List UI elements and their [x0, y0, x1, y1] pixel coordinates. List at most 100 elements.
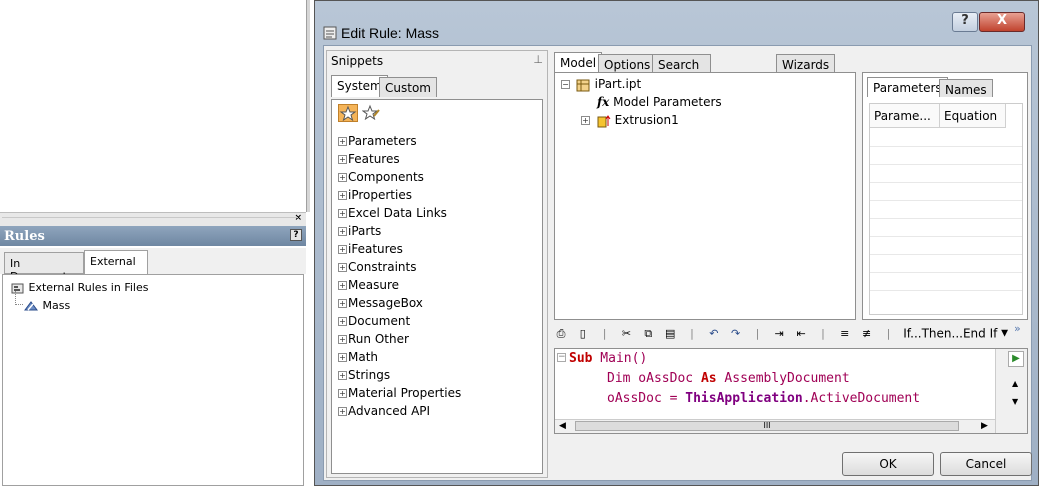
panel-divider[interactable] [306, 0, 310, 212]
snippet-category[interactable]: + iParts [338, 224, 381, 238]
expand-icon[interactable]: + [338, 173, 347, 182]
close-button[interactable]: X [979, 12, 1025, 32]
expand-icon[interactable]: + [338, 299, 347, 308]
expand-icon[interactable]: + [338, 227, 347, 236]
column-header-parameter[interactable]: Parame... [870, 104, 940, 128]
snippet-category[interactable]: + Math [338, 350, 378, 364]
copy-icon[interactable]: ⧉ [641, 327, 655, 341]
tab-in-document[interactable]: In Document [4, 252, 84, 283]
grid-row-line [870, 164, 1022, 165]
snippet-category[interactable]: + Features [338, 152, 400, 166]
tree-item-external-rules[interactable]: External Rules in Files [11, 281, 148, 294]
help-button[interactable]: ? [952, 12, 978, 32]
keyword: Dim [607, 371, 631, 386]
tab-model[interactable]: Model [554, 52, 603, 72]
expand-icon[interactable]: + [338, 191, 347, 200]
chevron-down-icon[interactable]: ▼ [1001, 329, 1008, 339]
tab-wizards[interactable]: Wizards [776, 54, 836, 72]
snippet-category[interactable]: + Advanced API [338, 404, 430, 418]
cancel-button[interactable]: Cancel [940, 452, 1032, 476]
panel-splitter[interactable]: × [0, 212, 306, 226]
tab-external[interactable]: External [84, 250, 148, 274]
expand-icon[interactable]: + [338, 137, 347, 146]
snippet-category[interactable]: + Components [338, 170, 424, 184]
type-name: AssemblyDocument [716, 371, 850, 386]
horizontal-scrollbar[interactable]: ◀ III ▶ [555, 419, 995, 433]
separator: | [755, 326, 760, 340]
undo-icon[interactable]: ↶ [707, 327, 721, 341]
redo-icon[interactable]: ↷ [729, 327, 743, 341]
parameters-grid: Parame... Equation [869, 103, 1023, 315]
tab-names[interactable]: Names [939, 79, 993, 97]
scroll-left-icon[interactable]: ◀ [559, 421, 566, 431]
collapse-icon[interactable]: − [557, 353, 566, 362]
dialog-title: Edit Rule: Mass [341, 25, 440, 41]
edit-snippet-button[interactable] [361, 104, 382, 122]
snippet-category[interactable]: + iFeatures [338, 242, 403, 256]
snippet-category[interactable]: + Parameters [338, 134, 417, 148]
expand-icon[interactable]: + [338, 209, 347, 218]
grid-row-line [870, 200, 1022, 201]
tree-item-label: External Rules in Files [28, 281, 149, 294]
overflow-icon[interactable]: » [1014, 322, 1021, 335]
scroll-thumb[interactable]: III [575, 421, 959, 431]
snippet-category[interactable]: + Run Other [338, 332, 409, 346]
indent-icon[interactable]: ⇥ [772, 327, 786, 341]
expand-icon[interactable]: + [338, 317, 347, 326]
tab-parameters[interactable]: Parameters [867, 77, 948, 97]
collapse-icon[interactable]: − [561, 80, 570, 89]
grid-row-line [870, 218, 1022, 219]
expand-icon[interactable]: + [581, 116, 590, 125]
snippet-category[interactable]: + Measure [338, 278, 399, 292]
help-icon[interactable]: ? [290, 229, 302, 241]
snippet-category[interactable]: + Document [338, 314, 410, 328]
expand-icon[interactable]: + [338, 281, 347, 290]
snippet-category[interactable]: + MessageBox [338, 296, 423, 310]
tab-options[interactable]: Options [598, 54, 657, 72]
uncomment-icon[interactable]: ≢ [860, 327, 874, 341]
paste-icon[interactable]: ▤ [663, 327, 677, 341]
expand-icon[interactable]: + [338, 335, 347, 344]
print-icon[interactable]: ⎙ [554, 327, 568, 341]
expand-icon[interactable]: + [338, 245, 347, 254]
code-text: Main() [592, 351, 648, 366]
snippets-title: Snippets [331, 54, 384, 68]
snippet-category[interactable]: + Constraints [338, 260, 416, 274]
tree-item-label: Mass [42, 299, 71, 312]
expand-icon[interactable]: + [338, 389, 347, 398]
tree-item-model-parameters[interactable]: fx Model Parameters [597, 95, 722, 109]
pin-icon[interactable]: ⊥ [533, 53, 543, 66]
close-icon[interactable]: × [294, 213, 302, 223]
comment-icon[interactable]: ≡ [838, 327, 852, 341]
tab-search-and-replace[interactable]: Search and Replace [652, 54, 712, 100]
tree-item-extrusion1[interactable]: + Extrusion1 [581, 113, 679, 128]
snippet-label: Measure [348, 278, 399, 292]
column-header-equation[interactable]: Equation [940, 104, 1006, 128]
run-icon[interactable]: ▶ [1008, 351, 1024, 367]
tab-custom[interactable]: Custom [379, 77, 437, 97]
expand-icon[interactable]: + [338, 263, 347, 272]
ok-button[interactable]: OK [842, 452, 934, 476]
dialog-titlebar[interactable]: Edit Rule: Mass ? X [315, 1, 1039, 45]
snippet-category[interactable]: + iProperties [338, 188, 412, 202]
cut-icon[interactable]: ✂ [619, 327, 633, 341]
snippet-category[interactable]: + Material Properties [338, 386, 461, 400]
snippet-category[interactable]: + Excel Data Links [338, 206, 447, 220]
outdent-icon[interactable]: ⇤ [794, 327, 808, 341]
snippet-category[interactable]: + Strings [338, 368, 390, 382]
page-icon[interactable]: ▯ [576, 327, 590, 341]
expand-icon[interactable]: + [338, 155, 347, 164]
grid-row-line [870, 146, 1022, 147]
scroll-down-icon[interactable]: ▼ [1012, 397, 1018, 406]
scroll-right-icon[interactable]: ▶ [981, 421, 988, 431]
expand-icon[interactable]: + [338, 371, 347, 380]
scroll-up-icon[interactable]: ▲ [1012, 379, 1018, 388]
code-editor[interactable]: − Sub Main() Dim oAssDoc As AssemblyDocu… [554, 348, 1028, 434]
grid-row-line [870, 272, 1022, 273]
favorite-snippet-button[interactable] [338, 104, 358, 122]
if-then-button[interactable]: If...Then...End If [903, 327, 997, 341]
model-tree-root[interactable]: − iPart.ipt [561, 77, 641, 92]
expand-icon[interactable]: + [338, 407, 347, 416]
expand-icon[interactable]: + [338, 353, 347, 362]
tree-item-mass[interactable]: Mass [15, 291, 71, 312]
